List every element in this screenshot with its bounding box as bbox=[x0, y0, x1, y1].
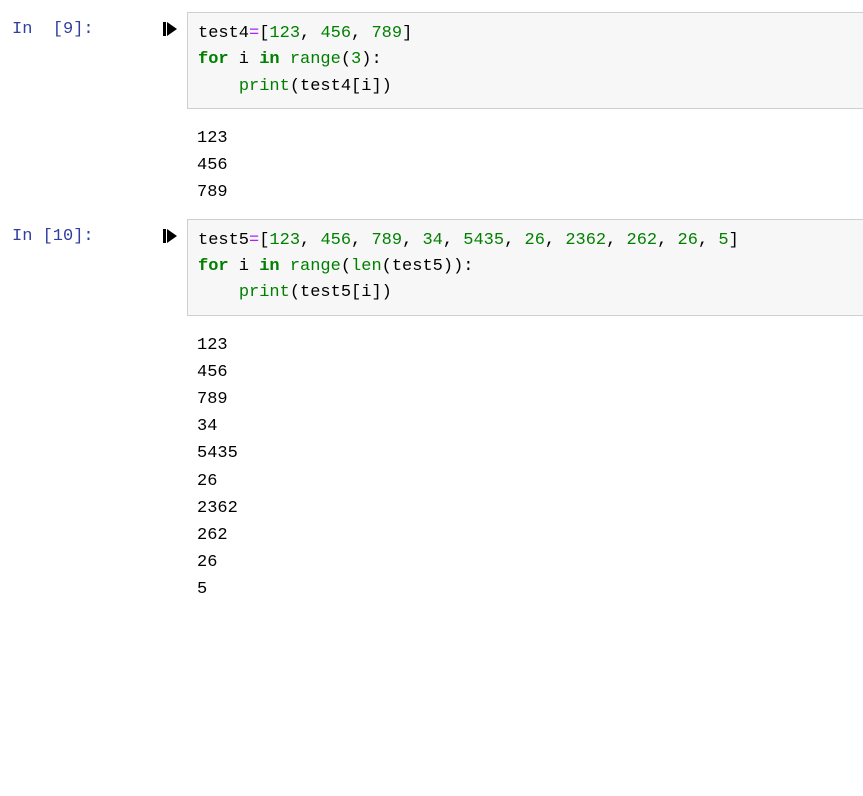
stdout-output: 123 456 789 34 5435 26 2362 262 26 5 bbox=[187, 324, 863, 608]
prompt-column: In [10]: bbox=[12, 219, 187, 316]
input-cell: In [9]: test4=[123, 456, 789] for i in r… bbox=[12, 12, 863, 109]
output-cell: 123 456 789 bbox=[12, 117, 863, 211]
input-prompt-label: In [9]: bbox=[12, 20, 94, 39]
stdout-output: 123 456 789 bbox=[187, 117, 863, 211]
run-cell-icon[interactable] bbox=[163, 22, 177, 36]
content-column: test4=[123, 456, 789] for i in range(3):… bbox=[187, 12, 863, 109]
output-cell: 123 456 789 34 5435 26 2362 262 26 5 bbox=[12, 324, 863, 608]
prompt-column: In [9]: bbox=[12, 12, 187, 109]
prompt-column bbox=[12, 324, 187, 608]
content-column: test5=[123, 456, 789, 34, 5435, 26, 2362… bbox=[187, 219, 863, 316]
code-input-area[interactable]: test5=[123, 456, 789, 34, 5435, 26, 2362… bbox=[187, 219, 863, 316]
prompt-column bbox=[12, 117, 187, 211]
input-cell: In [10]: test5=[123, 456, 789, 34, 5435,… bbox=[12, 219, 863, 316]
code-input-area[interactable]: test4=[123, 456, 789] for i in range(3):… bbox=[187, 12, 863, 109]
content-column: 123 456 789 34 5435 26 2362 262 26 5 bbox=[187, 324, 863, 608]
input-prompt-label: In [10]: bbox=[12, 227, 94, 246]
run-cell-icon[interactable] bbox=[163, 229, 177, 243]
content-column: 123 456 789 bbox=[187, 117, 863, 211]
